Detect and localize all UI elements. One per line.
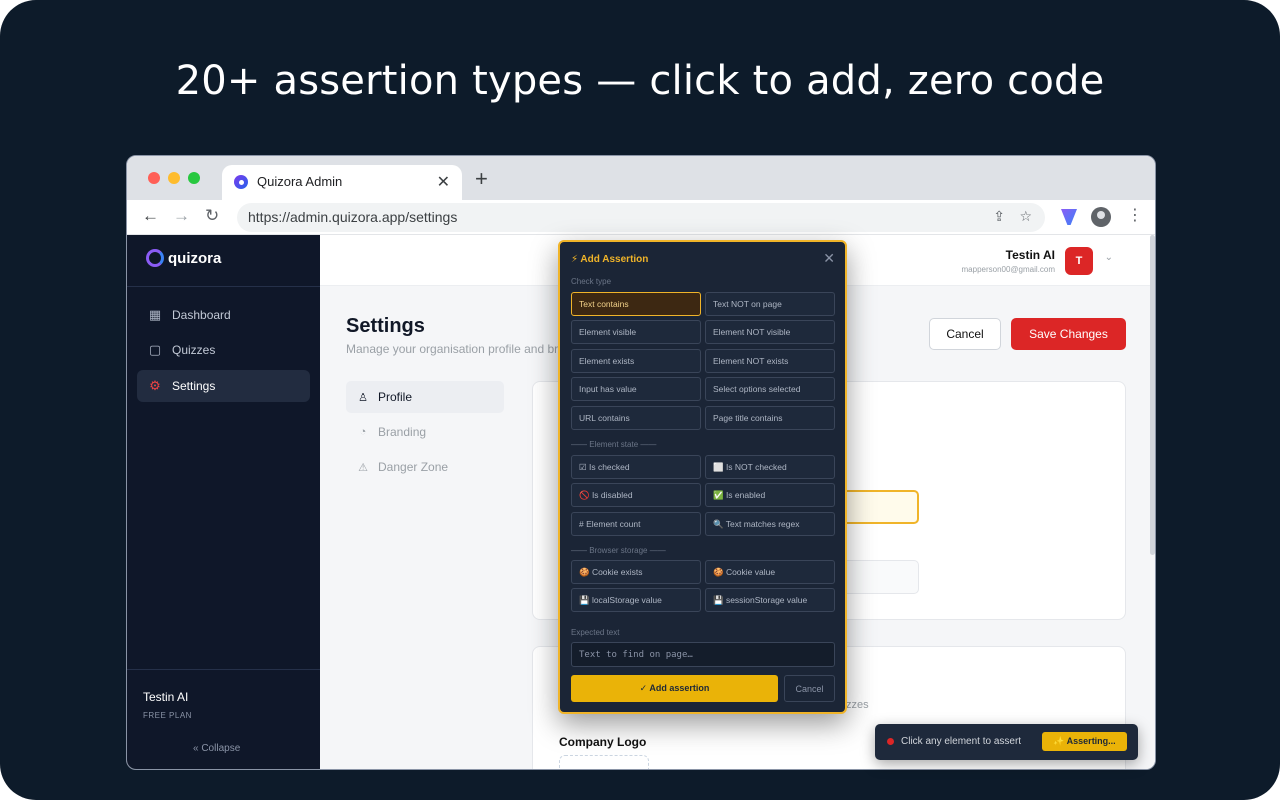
warning-icon: ⚠ [358, 461, 368, 474]
tab-bar: Quizora Admin ✕ + [127, 156, 1155, 200]
sidebar-item-settings[interactable]: ⚙ Settings [137, 370, 310, 402]
address-bar[interactable]: https://admin.quizora.app/settings ⇪ ☆ [237, 203, 1045, 232]
subnav-danger-zone[interactable]: ⚠ Danger Zone [346, 451, 504, 483]
option-element-not-visible[interactable]: Element NOT visible [705, 320, 835, 344]
option-element-visible[interactable]: Element visible [571, 320, 701, 344]
cancel-button[interactable]: Cancel [929, 318, 1001, 350]
modal-title: ⚡ Add Assertion [571, 254, 649, 265]
sidebar-user-name: Testin AI [143, 690, 189, 704]
sidebar-item-label: Settings [172, 379, 216, 393]
option-element-exists[interactable]: Element exists [571, 349, 701, 373]
quizora-favicon-icon [234, 175, 248, 189]
card-description: zzes [846, 699, 869, 711]
subnav-label: Profile [378, 390, 413, 404]
option-cookie-exists[interactable]: 🍪 Cookie exists [571, 560, 701, 584]
brand-logo[interactable]: quizora [146, 249, 221, 267]
user-name: Testin AI [1005, 248, 1055, 262]
page-title: Settings [346, 315, 425, 337]
palette-icon: ◔ [359, 426, 367, 438]
add-assertion-modal: ⚡ Add Assertion ✕ Check type Text contai… [558, 240, 847, 714]
save-changes-button[interactable]: Save Changes [1011, 318, 1126, 350]
user-email: mapperson00@gmail.com [961, 265, 1056, 274]
user-icon: ♙ [358, 391, 368, 404]
promo-canvas: 20+ assertion types — click to add, zero… [0, 0, 1280, 800]
element-state-label: —— Element state —— [571, 440, 657, 449]
option-is-checked[interactable]: ☑ Is checked [571, 455, 701, 479]
chevron-down-icon[interactable]: ⌄ [1105, 252, 1113, 263]
toast-text: Click any element to assert [901, 736, 1022, 747]
sidebar-item-label: Quizzes [172, 343, 216, 357]
brand-name: quizora [168, 249, 222, 267]
star-icon[interactable]: ☆ [1019, 208, 1032, 225]
plan-badge: FREE PLAN [143, 711, 192, 720]
option-localstorage-value[interactable]: 💾 localStorage value [571, 588, 701, 612]
asserting-badge[interactable]: ✨ Asserting... [1042, 732, 1127, 751]
option-text-not-on-page[interactable]: Text NOT on page [705, 292, 835, 316]
gear-icon: ⚙ [149, 378, 161, 393]
expected-text-input[interactable]: Text to find on page… [571, 642, 835, 667]
option-input-has-value[interactable]: Input has value [571, 377, 701, 401]
check-type-label: Check type [571, 277, 612, 286]
minimize-window-dot[interactable] [168, 172, 180, 184]
scrollbar[interactable] [1150, 235, 1155, 555]
expected-text-label: Expected text [571, 628, 620, 637]
sidebar-item-quizzes[interactable]: ▢ Quizzes [137, 334, 310, 366]
subnav-label: Branding [378, 425, 427, 439]
collapse-button[interactable]: « Collapse [193, 743, 240, 754]
option-cookie-value[interactable]: 🍪 Cookie value [705, 560, 835, 584]
option-select-options-selected[interactable]: Select options selected [705, 377, 835, 401]
back-arrow-icon[interactable]: ← [142, 206, 159, 226]
logo-upload-dropzone[interactable] [559, 755, 649, 769]
close-window-dot[interactable] [148, 172, 160, 184]
grid-icon: ▦ [148, 307, 162, 322]
maximize-window-dot[interactable] [188, 172, 200, 184]
url-text: https://admin.quizora.app/settings [248, 209, 458, 225]
subnav-profile[interactable]: ♙ Profile [346, 381, 504, 413]
close-icon[interactable]: ✕ [823, 250, 835, 267]
profile-input[interactable] [845, 560, 919, 594]
asserting-toast: Click any element to assert ✨ Asserting.… [875, 724, 1138, 760]
option-url-contains[interactable]: URL contains [571, 406, 701, 430]
company-logo-label: Company Logo [559, 735, 647, 749]
browser-tab[interactable]: Quizora Admin ✕ [222, 165, 462, 200]
avatar[interactable]: T [1065, 247, 1093, 275]
page-subtitle: Manage your organisation profile and bra [346, 342, 565, 356]
highlighted-input[interactable] [845, 490, 919, 524]
forward-arrow-icon[interactable]: → [173, 206, 190, 226]
tab-close-icon[interactable]: ✕ [437, 172, 450, 192]
option-is-not-checked[interactable]: ⬜ Is NOT checked [705, 455, 835, 479]
headline: 20+ assertion types — click to add, zero… [175, 58, 1105, 104]
book-icon: ▢ [148, 342, 162, 357]
new-tab-button[interactable]: + [475, 166, 488, 192]
option-is-enabled[interactable]: ✅ Is enabled [705, 483, 835, 507]
kebab-menu-icon[interactable]: ⋮ [1127, 205, 1143, 225]
tab-title: Quizora Admin [257, 174, 343, 189]
share-icon[interactable]: ⇪ [993, 208, 1005, 225]
sidebar-divider [127, 669, 320, 670]
extension-icon[interactable] [1061, 209, 1077, 225]
browser-storage-label: —— Browser storage —— [571, 546, 666, 555]
sidebar-item-label: Dashboard [172, 308, 231, 322]
add-assertion-button[interactable]: ✓ Add assertion [571, 675, 778, 702]
modal-cancel-button[interactable]: Cancel [784, 675, 835, 702]
sidebar-item-dashboard[interactable]: ▦ Dashboard [137, 299, 310, 331]
profile-icon[interactable] [1091, 207, 1111, 227]
quizora-logo-icon [146, 249, 164, 267]
recording-dot-icon [887, 738, 894, 745]
option-page-title-contains[interactable]: Page title contains [705, 406, 835, 430]
option-text-contains[interactable]: Text contains [571, 292, 701, 316]
option-element-count[interactable]: # Element count [571, 512, 701, 536]
option-sessionstorage-value[interactable]: 💾 sessionStorage value [705, 588, 835, 612]
option-text-matches-regex[interactable]: 🔍 Text matches regex [705, 512, 835, 536]
subnav-branding[interactable]: ◔ Branding [346, 416, 504, 448]
browser-toolbar: ← → ↻ https://admin.quizora.app/settings… [127, 200, 1155, 235]
option-element-not-exists[interactable]: Element NOT exists [705, 349, 835, 373]
sidebar: quizora ▦ Dashboard ▢ Quizzes ⚙ Settings… [127, 235, 320, 769]
reload-icon[interactable]: ↻ [205, 206, 219, 226]
subnav-label: Danger Zone [378, 460, 449, 474]
sidebar-divider [127, 286, 320, 287]
option-is-disabled[interactable]: 🚫 Is disabled [571, 483, 701, 507]
